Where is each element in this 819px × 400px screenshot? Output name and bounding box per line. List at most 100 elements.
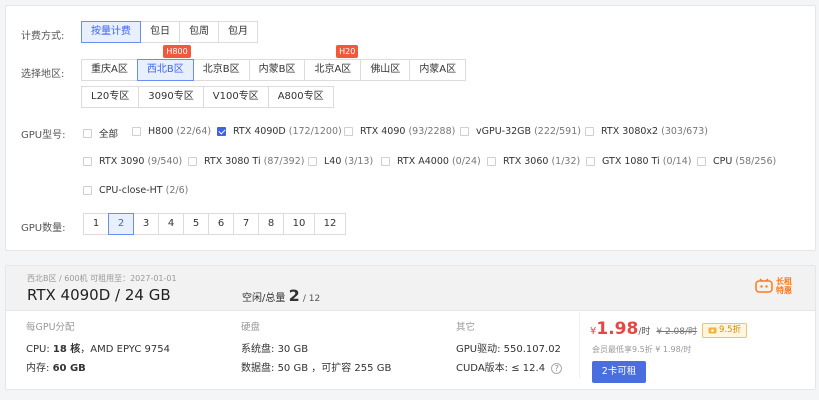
- gpu-name: RTX A4000: [397, 156, 449, 167]
- region-option-3090[interactable]: 3090专区: [138, 86, 204, 108]
- billing-option-monthly[interactable]: 包月: [218, 21, 258, 43]
- gpu-count-option-8[interactable]: 8: [258, 213, 284, 235]
- gpu-name: L40: [324, 156, 342, 167]
- gpu-checkbox-rtx3090[interactable]: RTX 3090 (9/540): [83, 156, 182, 167]
- checkbox-icon: [344, 127, 353, 136]
- gpu-count: (9/540): [147, 156, 183, 167]
- gpu-checkbox-rtx3060[interactable]: RTX 3060 (1/32): [487, 156, 580, 167]
- machine-card-header: 西北B区 / 600机 可租用至：2027-01-01 RTX 4090D / …: [6, 266, 815, 311]
- gpu-count-option-7[interactable]: 7: [233, 213, 259, 235]
- checkbox-icon: [132, 127, 141, 136]
- gpu-checkbox-l40[interactable]: L40 (3/13): [308, 156, 373, 167]
- other-header: 其它: [456, 322, 476, 333]
- gpu-name: RTX 3080x2: [601, 126, 659, 137]
- memory-value: 60 GB: [52, 363, 86, 374]
- gpu-count-option-10[interactable]: 10: [283, 213, 315, 235]
- discount-badge: 9.5折: [702, 323, 748, 338]
- gpu-checkbox-rtx4090[interactable]: RTX 4090 (93/2288): [344, 126, 455, 137]
- cuda-spec: CUDA版本: ≤ 12.4 ?: [456, 359, 563, 374]
- promo-label: 长租特惠: [776, 277, 792, 295]
- gpu-checkbox-rtx4090d[interactable]: RTX 4090D (172/1200): [217, 126, 342, 137]
- system-disk-value: 30 GB: [277, 344, 309, 355]
- data-disk-label: 数据盘:: [241, 363, 275, 374]
- checkbox-checked-icon: [217, 127, 226, 136]
- gpu-count-option-6[interactable]: 6: [208, 213, 234, 235]
- machine-meta: 西北B区 / 600机 可租用至：2027-01-01: [27, 274, 177, 283]
- memory-label: 内存:: [26, 363, 50, 374]
- billing-option-hourly[interactable]: 按量计费: [81, 21, 141, 43]
- price-unit: /时: [638, 327, 651, 337]
- region-option-foshan[interactable]: 佛山区: [360, 59, 411, 81]
- region-option-beijing-b[interactable]: 北京B区: [192, 59, 250, 81]
- gpu-count-option-3[interactable]: 3: [133, 213, 159, 235]
- region-option-xibei-b[interactable]: 西北B区 H800: [136, 45, 194, 81]
- gpu-name: vGPU-32GB: [476, 126, 532, 137]
- gpu-count: (58/256): [735, 156, 777, 167]
- rent-button[interactable]: 2卡可租: [592, 361, 646, 383]
- region-option-beijing-a[interactable]: 北京A区 H20: [304, 45, 362, 81]
- checkbox-icon: [188, 157, 197, 166]
- gpu-count-option-5[interactable]: 5: [183, 213, 209, 235]
- gpu-checkbox-h800[interactable]: H800 (22/64): [132, 126, 211, 137]
- gpu-name: GTX 1080 Ti: [602, 156, 660, 167]
- region-option-l20[interactable]: L20专区: [81, 86, 140, 108]
- region-option-v100[interactable]: V100专区: [202, 86, 269, 108]
- availability-free: 2: [288, 286, 300, 305]
- gpu-count-option-1[interactable]: 1: [83, 213, 109, 235]
- gpu-count: (222/591): [534, 126, 581, 137]
- disk-header: 硬盘: [241, 322, 261, 333]
- region-option-a800[interactable]: A800专区: [267, 86, 334, 108]
- cpu-cores: 18 核: [52, 344, 81, 355]
- checkbox-icon: [460, 127, 469, 136]
- help-icon[interactable]: ?: [551, 362, 563, 374]
- gpu-name: CPU-close-HT: [99, 185, 163, 196]
- gpu-checkbox-cpu-close-ht[interactable]: CPU-close-HT (2/6): [83, 185, 188, 196]
- price-original: ¥ 2.08/时: [656, 327, 698, 337]
- gpu-count: (0/24): [451, 156, 481, 167]
- memory-spec: 内存: 60 GB: [26, 359, 86, 374]
- billing-option-weekly[interactable]: 包周: [179, 21, 219, 43]
- gpu-checkbox-vgpu32[interactable]: vGPU-32GB (222/591): [460, 126, 581, 137]
- gpu-count: (172/1200): [288, 126, 342, 137]
- availability-label: 空闲/总量: [242, 293, 286, 304]
- gpu-count: (1/32): [551, 156, 581, 167]
- gpu-checkbox-gtx1080ti[interactable]: GTX 1080 Ti (0/14): [586, 156, 691, 167]
- gpu-count: (22/64): [176, 126, 212, 137]
- region-label: 选择地区:: [21, 69, 65, 80]
- gpu-name: RTX 3080 Ti: [204, 156, 261, 167]
- region-option-neimeng-a[interactable]: 内蒙A区: [409, 59, 467, 81]
- gpu-name: RTX 4090: [360, 126, 406, 137]
- availability-total: / 12: [302, 294, 321, 304]
- price: ¥ 1.98 /时 ¥ 2.08/时: [590, 319, 697, 339]
- long-term-promo[interactable]: 长租特惠: [755, 277, 794, 295]
- gpu-checkbox-rtx3080x2[interactable]: RTX 3080x2 (303/673): [585, 126, 708, 137]
- gpu-count-option-4[interactable]: 4: [158, 213, 184, 235]
- checkbox-icon: [381, 157, 390, 166]
- discount-label: 9.5折: [719, 325, 742, 335]
- region-option-chongqing-a[interactable]: 重庆A区: [81, 59, 138, 81]
- checkbox-icon: [83, 128, 92, 138]
- gpu-checkbox-all[interactable]: 全部: [83, 126, 118, 140]
- gpu-checkbox-rtxa4000[interactable]: RTX A4000 (0/24): [381, 156, 481, 167]
- gpu-name: H800: [148, 126, 174, 137]
- gpu-name: 全部: [99, 129, 119, 140]
- gpu-count: (303/673): [661, 126, 709, 137]
- gpu-name: RTX 4090D: [233, 126, 286, 137]
- gpu-count: (87/392): [263, 156, 305, 167]
- gpu-name: RTX 3090: [99, 156, 145, 167]
- gpu-name: CPU: [713, 156, 733, 167]
- gpu-count-option-12[interactable]: 12: [314, 213, 346, 235]
- availability: 空闲/总量 2 / 12: [242, 286, 320, 305]
- billing-option-daily[interactable]: 包日: [140, 21, 180, 43]
- gpu-count-label: GPU数量:: [21, 223, 66, 234]
- data-disk-spec: 数据盘: 50 GB ，可扩容 255 GB: [241, 359, 391, 374]
- gpu-count-option-2[interactable]: 2: [108, 213, 134, 235]
- billing-label: 计费方式:: [21, 31, 65, 42]
- machine-title: RTX 4090D / 24 GB: [27, 286, 171, 304]
- checkbox-icon: [83, 157, 92, 166]
- gpu-count: (2/6): [165, 185, 189, 196]
- gpu-checkbox-rtx3080ti[interactable]: RTX 3080 Ti (87/392): [188, 156, 304, 167]
- gpu-checkbox-cpu[interactable]: CPU (58/256): [697, 156, 776, 167]
- cpu-label: CPU:: [26, 344, 50, 355]
- region-option-neimeng-b[interactable]: 内蒙B区: [248, 59, 306, 81]
